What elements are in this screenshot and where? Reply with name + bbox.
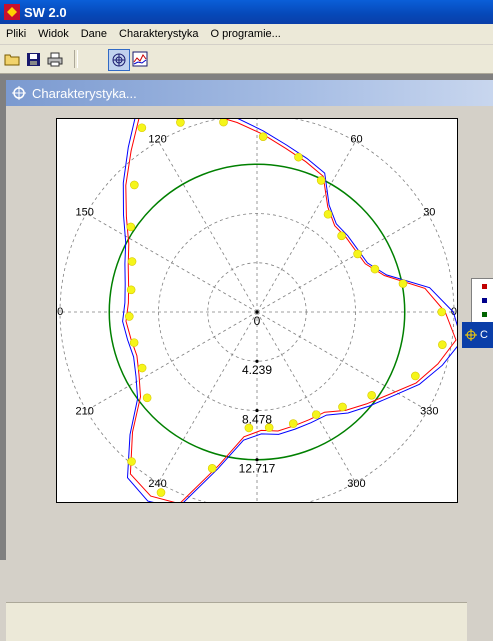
menu-widok[interactable]: Widok [32, 28, 75, 40]
app-title: SW 2.0 [24, 4, 67, 20]
data-marker-29 [411, 371, 420, 381]
data-marker-25 [288, 419, 298, 428]
data-marker-13 [126, 222, 136, 232]
angle-label-150: 150 [76, 206, 94, 218]
radial-label-0: 0 [254, 314, 261, 328]
radial-label-2: 8.478 [242, 412, 272, 426]
data-marker-9 [219, 117, 228, 127]
grid-spoke-60 [256, 141, 356, 313]
data-marker-5 [323, 209, 333, 219]
angle-label-30: 30 [423, 206, 435, 218]
polar-chart: 030609012015018021024027030033004.2398.4… [45, 105, 463, 525]
angle-label-210: 210 [76, 405, 94, 417]
menu-dane[interactable]: Dane [75, 28, 113, 40]
legend-selected-item[interactable]: C [462, 322, 493, 348]
grid-spoke-240 [158, 311, 258, 483]
data-marker-17 [129, 338, 139, 347]
data-marker-22 [207, 464, 217, 473]
angle-label-240: 240 [148, 478, 166, 490]
menu-charakterystyka[interactable]: Charakterystyka [113, 28, 204, 40]
data-marker-14 [127, 257, 137, 266]
grid-spoke-210 [86, 311, 258, 411]
grid-spoke-300 [256, 311, 356, 483]
legend-red-marker [482, 284, 487, 289]
data-marker-21 [156, 488, 166, 497]
data-marker-28 [367, 391, 376, 400]
data-marker-4 [337, 231, 346, 241]
data-marker-3 [353, 249, 362, 259]
save-button[interactable] [23, 49, 43, 69]
grid-spoke-120 [158, 141, 258, 313]
polar-view-button[interactable] [108, 49, 130, 71]
crosshair-icon [465, 329, 477, 341]
radial-label-3: 12.717 [239, 462, 276, 476]
angle-label-0: 0 [451, 306, 457, 318]
child-titlebar[interactable]: Charakterystyka... [6, 80, 493, 106]
print-button[interactable] [45, 49, 65, 69]
polar-plot-area[interactable]: 030609012015018021024027030033004.2398.4… [45, 105, 463, 525]
polar-chart-icon [112, 53, 126, 67]
angle-label-300: 300 [347, 478, 365, 490]
menu-pliki[interactable]: Pliki [0, 28, 32, 40]
data-marker-12 [130, 180, 139, 190]
radial-label-1: 4.239 [242, 363, 272, 377]
legend-selected-label: C [480, 329, 488, 341]
menu-o-programie[interactable]: O programie... [205, 28, 287, 40]
save-disk-icon [26, 52, 40, 66]
cartesian-view-button[interactable] [130, 49, 150, 69]
data-marker-0 [437, 307, 447, 317]
child-window-title: Charakterystyka... [32, 85, 137, 101]
data-marker-11 [137, 123, 147, 133]
grid-spoke-330 [256, 311, 428, 411]
angle-label-180: 180 [57, 306, 63, 318]
cartesian-chart-icon [132, 51, 148, 67]
angle-label-330: 330 [420, 405, 438, 417]
series-line-blue [122, 105, 463, 509]
data-marker-16 [124, 312, 134, 321]
app-logo-icon [4, 4, 20, 20]
open-button[interactable] [2, 49, 22, 69]
grid-spoke-30 [256, 213, 428, 313]
data-marker-26 [311, 410, 321, 419]
data-marker-18 [137, 363, 147, 373]
grid-spoke-150 [86, 213, 258, 313]
data-marker-6 [316, 176, 326, 185]
data-marker-8 [258, 132, 268, 141]
data-marker-10 [176, 118, 185, 127]
series-line-red [125, 110, 457, 505]
data-marker-19 [142, 393, 152, 403]
data-marker-1 [398, 279, 408, 288]
legend-panel [471, 278, 493, 324]
data-marker-30 [438, 340, 447, 349]
print-icon [47, 52, 63, 66]
data-marker-27 [338, 402, 347, 412]
legend-blue-marker [482, 298, 487, 303]
toolbar [0, 45, 493, 74]
toolbar-separator [74, 50, 78, 68]
crosshair-icon [12, 86, 26, 100]
legend-green-marker [482, 312, 487, 317]
open-folder-icon [4, 54, 20, 66]
data-marker-2 [370, 264, 380, 274]
status-area [6, 602, 467, 641]
menubar: Pliki Widok Dane Charakterystyka O progr… [0, 24, 493, 44]
data-marker-7 [294, 152, 303, 162]
data-marker-15 [126, 285, 136, 295]
angle-label-120: 120 [148, 134, 166, 146]
data-marker-20 [127, 457, 136, 466]
characteristic-window: Charakterystyka... 030609012015018021024… [6, 80, 493, 641]
angle-label-60: 60 [350, 134, 362, 146]
app-titlebar: SW 2.0 [0, 0, 493, 24]
